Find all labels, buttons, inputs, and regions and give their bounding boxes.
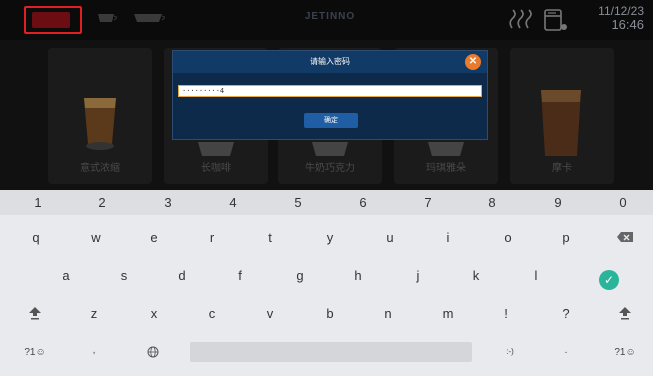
key-question[interactable]: ? xyxy=(554,306,578,321)
key-d[interactable]: d xyxy=(170,268,194,283)
symbols-key[interactable]: ?1☺ xyxy=(20,347,50,358)
key-9[interactable]: 9 xyxy=(538,195,578,210)
key-k[interactable]: k xyxy=(464,268,488,283)
product-name: 牛奶巧克力 xyxy=(305,163,355,174)
status-indicator-fill xyxy=(32,12,70,28)
key-exclamation[interactable]: ! xyxy=(494,306,518,321)
time-text: 16:46 xyxy=(611,17,644,32)
coffee-cup-icon xyxy=(98,14,117,22)
key-7[interactable]: 7 xyxy=(408,195,448,210)
comma-key[interactable]: , xyxy=(84,345,104,356)
brand-logo: JETINNO xyxy=(304,11,356,22)
shift-icon[interactable] xyxy=(618,306,632,320)
key-z[interactable]: z xyxy=(82,306,106,321)
key-v[interactable]: v xyxy=(258,306,282,321)
mocha-cup-image xyxy=(541,90,581,156)
key-u[interactable]: u xyxy=(378,230,402,245)
highlighted-status-indicator[interactable] xyxy=(24,6,82,34)
number-row: 1 2 3 4 5 6 7 8 9 0 xyxy=(0,190,653,215)
key-a[interactable]: a xyxy=(54,268,78,283)
key-y[interactable]: y xyxy=(318,230,342,245)
key-i[interactable]: i xyxy=(436,230,460,245)
dialog-title: 请输入密码 xyxy=(310,57,350,66)
key-s[interactable]: s xyxy=(112,268,136,283)
espresso-cup-image xyxy=(84,98,116,150)
backspace-icon[interactable] xyxy=(616,231,634,243)
key-j[interactable]: j xyxy=(406,268,430,283)
emoticon-key[interactable]: :-) xyxy=(498,347,522,356)
key-l[interactable]: l xyxy=(524,268,548,283)
product-name: 意式浓缩 xyxy=(80,163,120,174)
close-icon[interactable]: ✕ xyxy=(465,54,481,70)
key-2[interactable]: 2 xyxy=(82,195,122,210)
key-m[interactable]: m xyxy=(436,306,460,321)
shift-icon[interactable] xyxy=(28,306,42,320)
password-input[interactable]: ·········4 xyxy=(178,85,482,97)
key-q[interactable]: q xyxy=(24,230,48,245)
space-bar[interactable] xyxy=(190,342,472,362)
key-3[interactable]: 3 xyxy=(148,195,188,210)
macchiato-cup-image xyxy=(428,142,464,156)
check-icon[interactable]: ✓ xyxy=(599,270,619,290)
key-b[interactable]: b xyxy=(318,306,342,321)
date-text: 11/12/23 xyxy=(598,4,644,18)
key-w[interactable]: w xyxy=(84,230,108,245)
key-1[interactable]: 1 xyxy=(18,195,58,210)
large-cup-icon xyxy=(134,14,165,22)
key-p[interactable]: p xyxy=(554,230,578,245)
dialog-header: 请输入密码 ✕ xyxy=(173,51,487,73)
key-f[interactable]: f xyxy=(228,268,252,283)
key-t[interactable]: t xyxy=(258,230,282,245)
product-card[interactable]: 意式浓缩 xyxy=(48,48,152,184)
screen: JETINNO 11/12/23 16:46 意式浓缩 长咖啡 牛奶巧克力 玛琪… xyxy=(0,0,653,376)
product-name: 摩卡 xyxy=(552,163,572,174)
key-0[interactable]: 0 xyxy=(603,195,643,210)
key-x[interactable]: x xyxy=(142,306,166,321)
period-key[interactable]: . xyxy=(556,345,576,356)
key-8[interactable]: 8 xyxy=(472,195,512,210)
top-status-bar: JETINNO 11/12/23 16:46 xyxy=(0,0,653,40)
key-n[interactable]: n xyxy=(376,306,400,321)
symbols-key-right[interactable]: ?1☺ xyxy=(610,347,640,358)
key-h[interactable]: h xyxy=(346,268,370,283)
key-e[interactable]: e xyxy=(142,230,166,245)
product-card[interactable]: 摩卡 xyxy=(510,48,614,184)
confirm-button[interactable]: 确定 xyxy=(304,113,358,128)
key-o[interactable]: o xyxy=(496,230,520,245)
product-name: 玛琪雅朵 xyxy=(426,163,466,174)
key-6[interactable]: 6 xyxy=(343,195,383,210)
key-r[interactable]: r xyxy=(200,230,224,245)
date-time: 11/12/23 16:46 xyxy=(578,4,644,32)
key-g[interactable]: g xyxy=(288,268,312,283)
machine-door-icon xyxy=(544,9,567,31)
key-4[interactable]: 4 xyxy=(213,195,253,210)
key-5[interactable]: 5 xyxy=(278,195,318,210)
password-dialog: 请输入密码 ✕ ·········4 确定 xyxy=(172,50,488,140)
milk-chocolate-cup-image xyxy=(312,142,348,156)
key-c[interactable]: c xyxy=(200,306,224,321)
long-coffee-cup-image xyxy=(198,142,234,156)
product-name: 长咖啡 xyxy=(201,163,231,174)
globe-icon[interactable] xyxy=(147,346,159,358)
heating-icon xyxy=(509,9,532,29)
